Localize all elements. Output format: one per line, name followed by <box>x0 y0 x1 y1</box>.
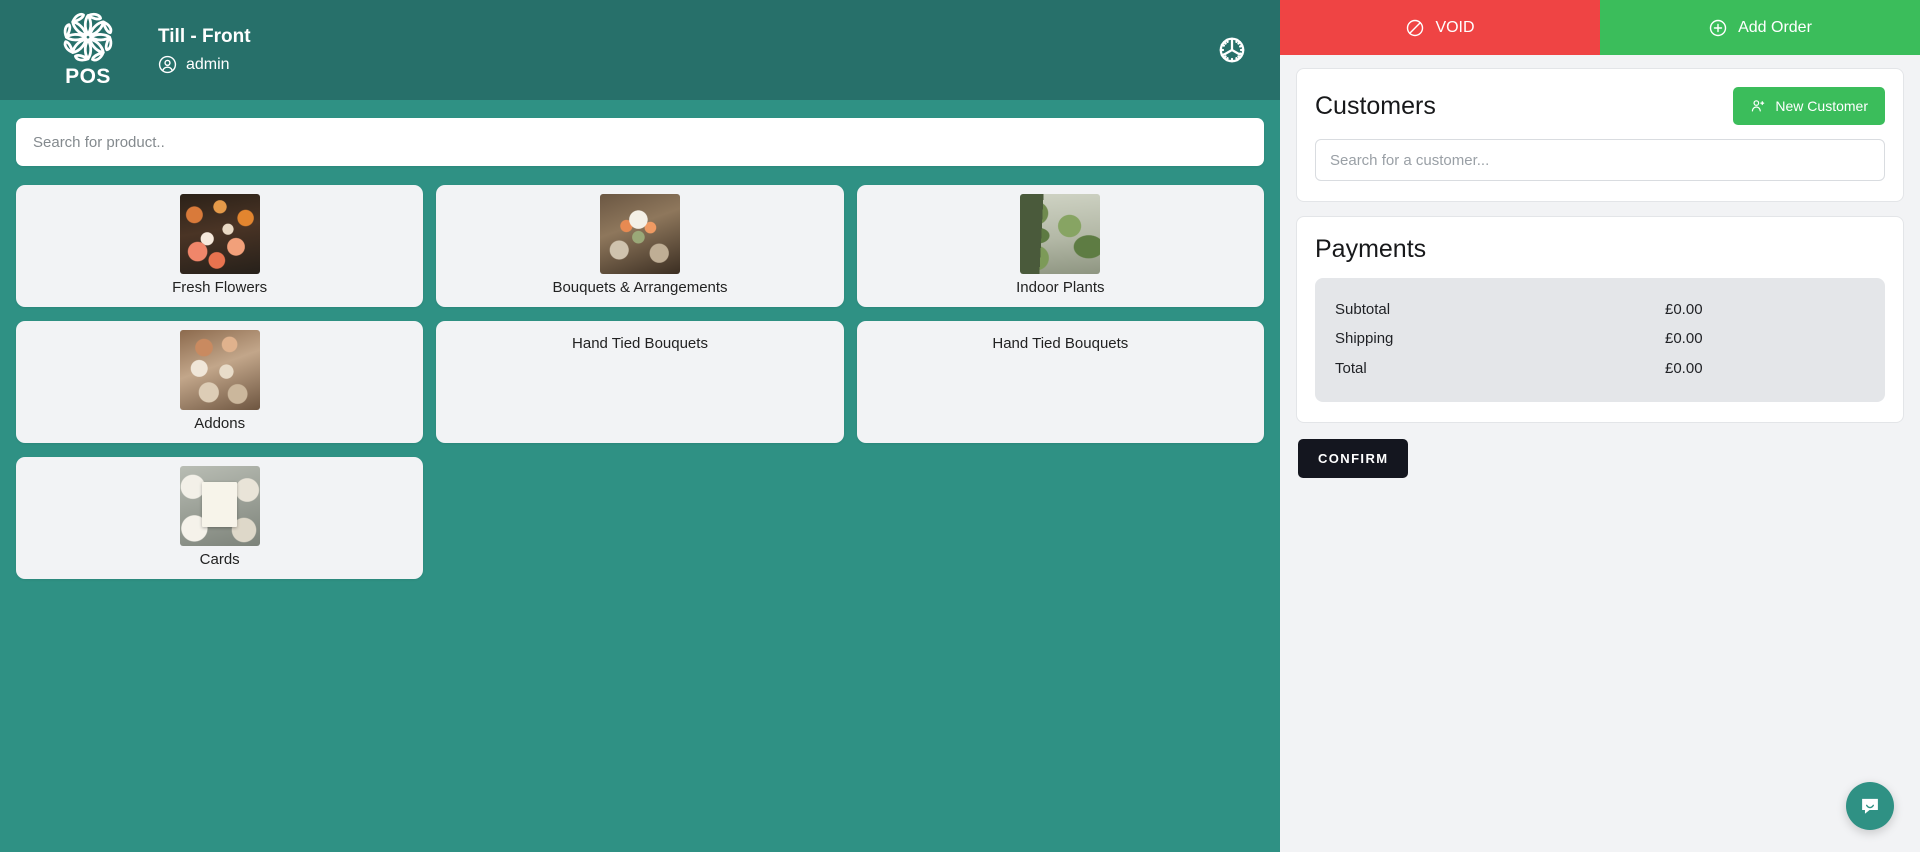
category-label: Fresh Flowers <box>172 279 268 296</box>
category-thumbnail-image <box>179 330 260 410</box>
gear-icon <box>1219 37 1245 63</box>
category-label: Indoor Plants <box>1016 279 1105 296</box>
category-label: Hand Tied Bouquets <box>572 335 708 352</box>
customer-search-input[interactable] <box>1315 139 1885 181</box>
payment-row: Total £0.00 <box>1335 354 1865 383</box>
category-card[interactable]: Bouquets & Arrangements <box>436 185 844 307</box>
product-panel: POS Till - Front admin Search for produc… <box>0 0 1280 852</box>
order-action-row: VOID Add Order <box>1280 0 1920 55</box>
payment-row-value: £0.00 <box>1665 359 1703 377</box>
category-thumbnail-image <box>179 194 260 274</box>
till-user: admin <box>158 55 251 74</box>
payment-row-value: £0.00 <box>1665 330 1703 348</box>
payment-row-label: Total <box>1335 359 1367 377</box>
void-label: VOID <box>1435 18 1475 36</box>
chat-bubble-smile-icon <box>1862 798 1878 814</box>
plus-circle-icon <box>1709 19 1727 36</box>
category-thumbnail-image <box>179 466 260 546</box>
category-card[interactable]: Fresh Flowers <box>16 185 424 307</box>
payment-totals: Subtotal £0.00 Shipping £0.00 Total £0.00 <box>1315 278 1885 402</box>
add-order-label: Add Order <box>1738 18 1812 36</box>
product-search-input[interactable] <box>16 118 1264 166</box>
payment-row: Subtotal £0.00 <box>1335 295 1865 324</box>
category-label: Bouquets & Arrangements <box>552 279 728 296</box>
till-name: Till - Front <box>158 26 251 47</box>
payment-row-value: £0.00 <box>1665 301 1703 318</box>
category-card[interactable]: Indoor Plants <box>856 185 1264 307</box>
payments-panel: Payments Subtotal £0.00 Shipping £0.00 Total… <box>1296 216 1904 423</box>
order-panel-body: Customers New Customer Payments <box>1280 55 1920 852</box>
chat-launcher-button[interactable] <box>1846 782 1894 830</box>
category-thumbnail-image <box>599 194 680 274</box>
till-info: Till - Front admin <box>158 26 251 74</box>
confirm-button[interactable]: CONFIRM <box>1298 438 1409 478</box>
category-label: Cards <box>199 551 240 568</box>
no-entry-slash-icon <box>1407 19 1424 36</box>
add-order-button[interactable]: Add Order <box>1600 0 1920 55</box>
settings-button[interactable] <box>1212 30 1252 70</box>
customers-header: Customers New Customer <box>1315 87 1885 125</box>
brand-logo-block: POS <box>40 12 136 89</box>
customers-panel: Customers New Customer <box>1296 68 1904 202</box>
app-header: POS Till - Front admin <box>0 0 1280 100</box>
person-add-icon <box>1752 100 1765 112</box>
category-grid: Fresh Flowers Bouquets & Arrangements Indo… <box>16 185 1264 579</box>
payments-title: Payments <box>1315 235 1427 263</box>
brand-word: POS <box>65 64 111 88</box>
product-area: Fresh Flowers Bouquets & Arrangements Indo… <box>0 100 1280 852</box>
category-label: Hand Tied Bouquets <box>992 335 1129 352</box>
payment-row-label: Subtotal <box>1335 301 1391 318</box>
payments-header: Payments <box>1315 235 1885 264</box>
customers-title: Customers <box>1315 91 1436 120</box>
category-label: Addons <box>194 415 246 432</box>
void-button[interactable]: VOID <box>1280 0 1600 55</box>
payment-row-label: Shipping <box>1335 330 1394 348</box>
user-circle-icon <box>158 55 177 74</box>
new-customer-button[interactable]: New Customer <box>1733 87 1885 125</box>
floral-mandala-logo-icon <box>63 12 113 61</box>
order-panel: VOID Add Order Customers New Customer Se… <box>1280 0 1920 852</box>
category-card[interactable]: Addons <box>16 321 424 443</box>
category-card[interactable]: Hand Tied Bouquets <box>856 321 1264 443</box>
category-thumbnail-image <box>1020 194 1101 274</box>
category-card[interactable]: Hand Tied Bouquets <box>436 321 844 443</box>
user-name: admin <box>186 55 230 73</box>
payment-row: Shipping £0.00 <box>1335 324 1865 353</box>
pos-application: POS Till - Front admin Search for produc… <box>0 0 1920 852</box>
category-card[interactable]: Cards <box>16 457 424 579</box>
new-customer-label: New Customer <box>1775 98 1868 114</box>
